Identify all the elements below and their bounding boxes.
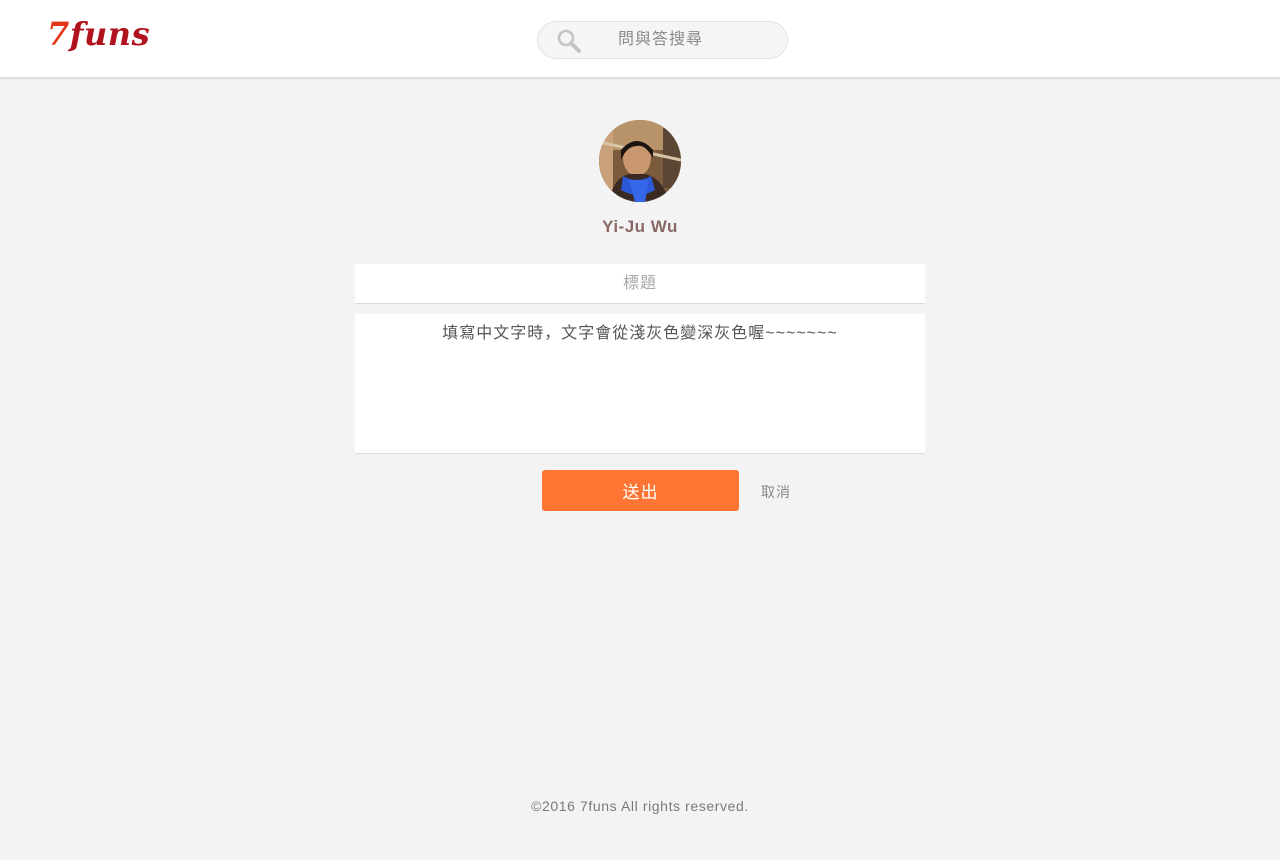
username: Yi-Ju Wu (602, 217, 678, 236)
search-input[interactable] (598, 22, 768, 58)
title-input[interactable] (355, 264, 925, 304)
search-icon[interactable] (556, 28, 582, 54)
search-bar[interactable] (537, 21, 788, 59)
question-body-textarea[interactable]: 填寫中文字時，文字會從淺灰色變深灰色喔~~~~~~~ (355, 314, 925, 454)
site-logo[interactable]: 7funs (47, 14, 150, 54)
logo-word: funs (69, 15, 151, 53)
footer-copyright: ©2016 7funs All rights reserved. (531, 798, 749, 814)
cancel-link[interactable]: 取消 (761, 482, 791, 502)
user-avatar (599, 120, 681, 202)
submit-button[interactable]: 送出 (542, 470, 739, 511)
top-header: 7funs (0, 0, 1280, 77)
logo-number: 7 (47, 15, 70, 53)
